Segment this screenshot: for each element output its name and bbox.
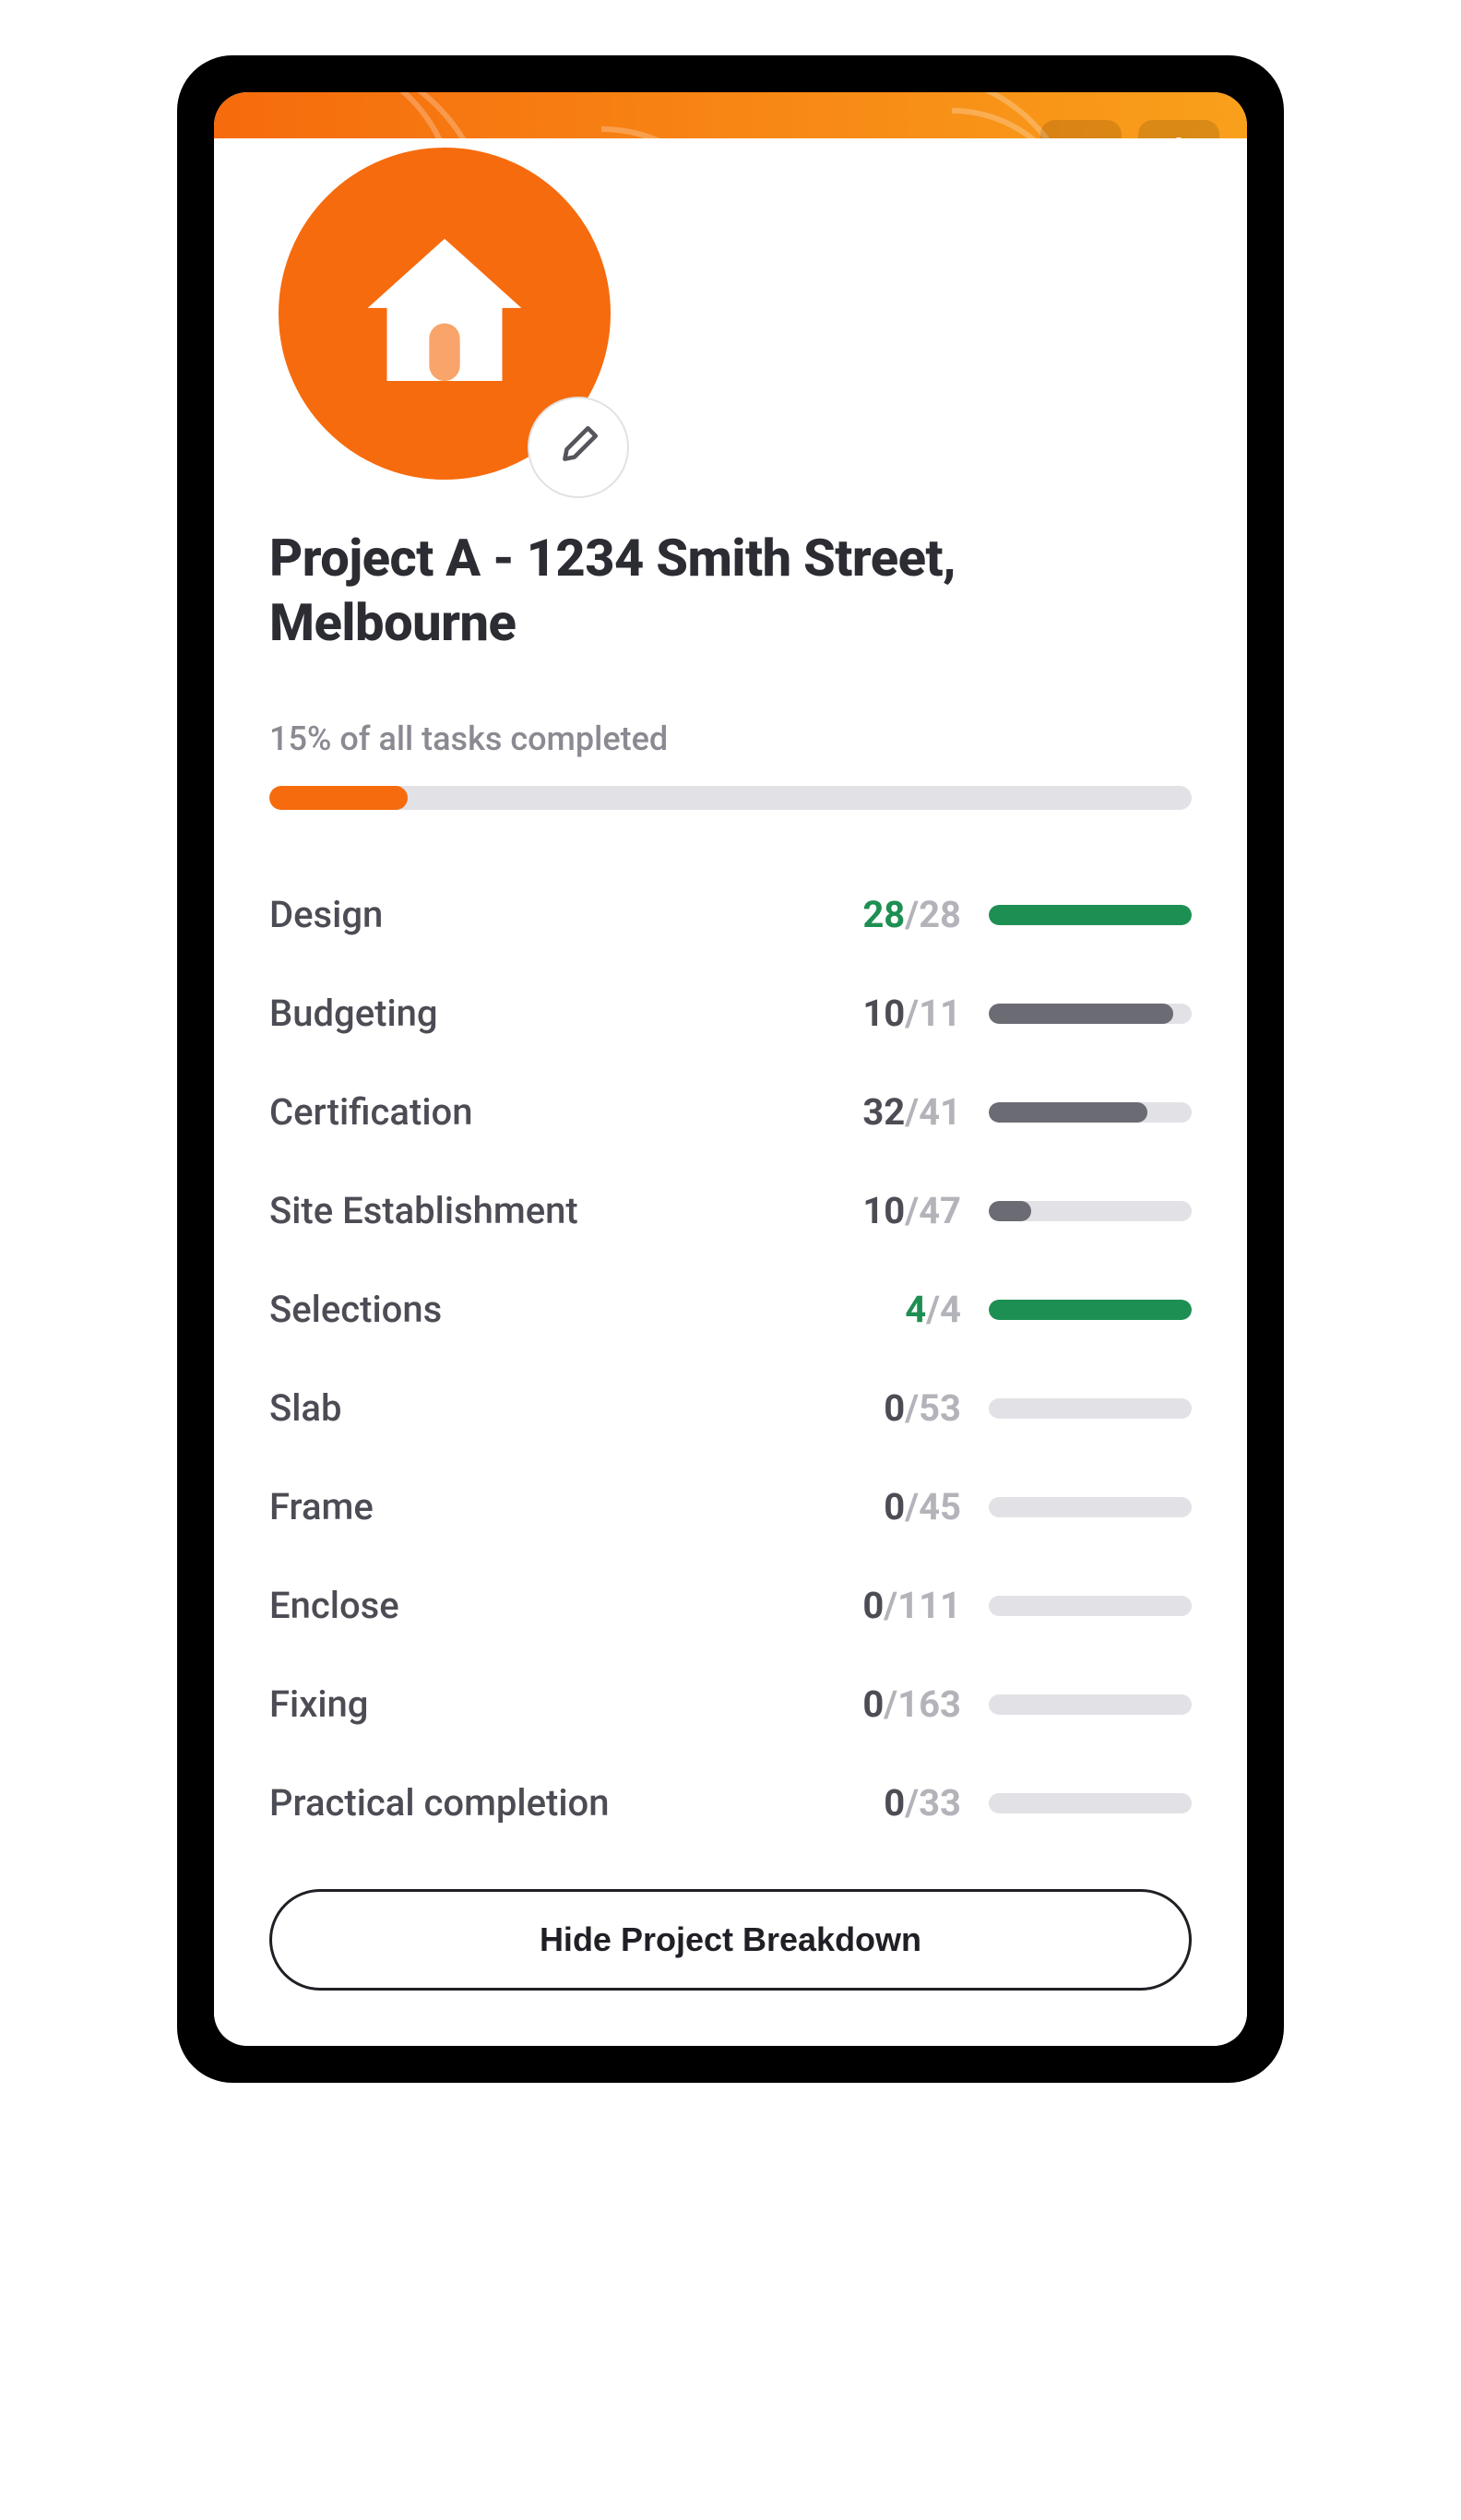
task-count: 4/4	[850, 1288, 989, 1331]
project-title: Project A - 1234 Smith Street, Melbourne	[269, 526, 1192, 655]
project-avatar	[269, 138, 620, 489]
task-count: 10/11	[850, 992, 989, 1035]
task-row[interactable]: Budgeting10/11	[269, 964, 1192, 1063]
task-done: 10	[862, 992, 905, 1035]
task-done: 0	[862, 1584, 884, 1627]
task-row[interactable]: Practical completion0/33	[269, 1753, 1192, 1852]
task-count: 32/41	[850, 1090, 989, 1134]
task-progress-bar	[989, 1694, 1192, 1715]
task-progress-bar	[989, 1398, 1192, 1419]
task-label: Selections	[269, 1288, 850, 1331]
task-count: 0/163	[850, 1682, 989, 1726]
task-label: Slab	[269, 1386, 850, 1430]
task-total: 163	[897, 1682, 961, 1726]
avatar-edit-button[interactable]	[528, 397, 629, 498]
task-progress-bar	[989, 1201, 1192, 1221]
hide-breakdown-button[interactable]: Hide Project Breakdown	[269, 1889, 1192, 1991]
task-label: Budgeting	[269, 992, 850, 1035]
task-progress-fill	[989, 1102, 1147, 1123]
task-total: 45	[919, 1485, 961, 1528]
task-label: Frame	[269, 1485, 850, 1528]
task-done: 0	[862, 1682, 884, 1726]
overall-progress-bar	[269, 786, 1192, 810]
task-progress-bar	[989, 1497, 1192, 1517]
overall-progress-label: 15% of all tasks completed	[269, 719, 1192, 758]
pencil-icon	[555, 422, 601, 472]
task-done: 4	[905, 1288, 926, 1331]
task-done: 0	[884, 1781, 905, 1825]
task-count: 10/47	[850, 1189, 989, 1232]
task-label: Certification	[269, 1090, 850, 1134]
task-progress-bar	[989, 1596, 1192, 1616]
task-done: 32	[862, 1090, 905, 1134]
task-count-separator: /	[926, 1288, 940, 1331]
task-done: 10	[862, 1189, 905, 1232]
task-done: 0	[884, 1386, 905, 1430]
task-count-separator: /	[905, 992, 919, 1035]
task-row[interactable]: Fixing0/163	[269, 1655, 1192, 1753]
task-row[interactable]: Enclose0/111	[269, 1556, 1192, 1655]
task-list: Design28/28Budgeting10/11Certification32…	[269, 865, 1192, 1852]
task-count: 28/28	[850, 893, 989, 936]
content-area: Project A - 1234 Smith Street, Melbourne…	[214, 138, 1247, 2046]
task-total: 28	[919, 893, 961, 936]
task-total: 47	[919, 1189, 961, 1232]
task-row[interactable]: Frame0/45	[269, 1457, 1192, 1556]
home-icon	[352, 220, 537, 408]
task-row[interactable]: Site Establishment10/47	[269, 1161, 1192, 1260]
task-label: Site Establishment	[269, 1189, 850, 1232]
task-row[interactable]: Certification32/41	[269, 1063, 1192, 1161]
task-progress-bar	[989, 1300, 1192, 1320]
task-progress-bar	[989, 1793, 1192, 1813]
task-progress-bar	[989, 905, 1192, 925]
task-count: 0/111	[850, 1584, 989, 1627]
overall-progress-fill	[269, 786, 408, 810]
task-total: 53	[919, 1386, 961, 1430]
task-progress-fill	[989, 1300, 1192, 1320]
task-progress-fill	[989, 905, 1192, 925]
task-count-separator: /	[905, 1781, 919, 1825]
app-screen: Project A - 1234 Smith Street, Melbourne…	[214, 92, 1247, 2046]
task-total: 11	[919, 992, 961, 1035]
task-label: Practical completion	[269, 1781, 850, 1825]
task-count-separator: /	[905, 893, 919, 936]
task-done: 0	[884, 1485, 905, 1528]
task-count-separator: /	[884, 1682, 897, 1726]
task-count: 0/53	[850, 1386, 989, 1430]
task-count-separator: /	[905, 1090, 919, 1134]
task-total: 4	[940, 1288, 961, 1331]
task-total: 41	[919, 1090, 961, 1134]
task-count: 0/45	[850, 1485, 989, 1528]
task-row[interactable]: Selections4/4	[269, 1260, 1192, 1359]
task-progress-fill	[989, 1201, 1031, 1221]
task-total: 33	[919, 1781, 961, 1825]
task-count-separator: /	[905, 1386, 919, 1430]
task-count-separator: /	[884, 1584, 897, 1627]
task-label: Fixing	[269, 1682, 850, 1726]
task-row[interactable]: Design28/28	[269, 865, 1192, 964]
task-label: Enclose	[269, 1584, 850, 1627]
task-count-separator: /	[905, 1485, 919, 1528]
task-count: 0/33	[850, 1781, 989, 1825]
task-done: 28	[862, 893, 905, 936]
task-label: Design	[269, 893, 850, 936]
task-progress-fill	[989, 1004, 1173, 1024]
task-total: 111	[897, 1584, 961, 1627]
task-row[interactable]: Slab0/53	[269, 1359, 1192, 1457]
task-count-separator: /	[905, 1189, 919, 1232]
task-progress-bar	[989, 1102, 1192, 1123]
device-frame: Project A - 1234 Smith Street, Melbourne…	[177, 55, 1284, 2083]
hide-breakdown-label: Hide Project Breakdown	[540, 1920, 921, 1959]
task-progress-bar	[989, 1004, 1192, 1024]
